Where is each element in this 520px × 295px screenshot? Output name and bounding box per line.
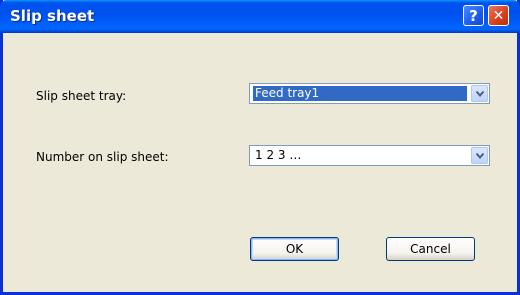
slip-sheet-tray-label: Slip sheet tray: — [36, 89, 127, 103]
title-bar[interactable]: Slip sheet ? ✕ — [0, 0, 520, 33]
number-on-slip-sheet-value: 1 2 3 … — [255, 148, 302, 162]
slip-sheet-tray-select[interactable]: Feed tray1 — [249, 83, 490, 104]
chevron-down-icon[interactable] — [471, 147, 488, 164]
cancel-button[interactable]: Cancel — [386, 237, 475, 261]
number-on-slip-sheet-label: Number on slip sheet: — [36, 150, 169, 164]
number-on-slip-sheet-select[interactable]: 1 2 3 … — [249, 145, 490, 166]
slip-sheet-tray-value: Feed tray1 — [253, 86, 467, 101]
ok-button[interactable]: OK — [250, 237, 339, 261]
close-icon: ✕ — [492, 7, 505, 24]
help-icon: ? — [469, 6, 478, 25]
slip-sheet-dialog: Slip sheet ? ✕ Slip sheet tray: Feed tra… — [0, 0, 520, 295]
chevron-down-icon[interactable] — [471, 85, 488, 102]
help-button[interactable]: ? — [463, 5, 484, 26]
window-title: Slip sheet — [10, 7, 95, 25]
close-button[interactable]: ✕ — [488, 5, 509, 26]
